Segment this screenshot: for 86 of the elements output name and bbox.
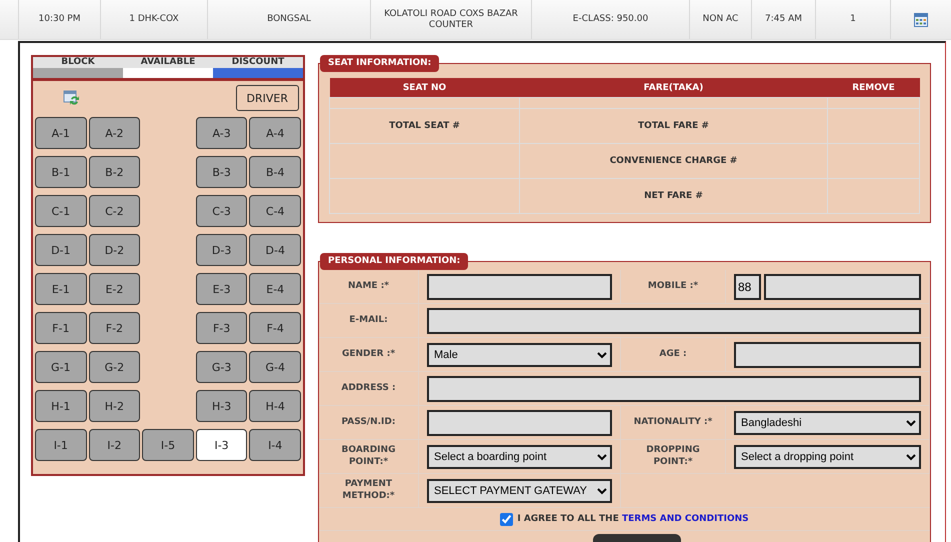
terms-link[interactable]: TERMS AND CONDITIONS	[622, 514, 749, 524]
seat-button[interactable]: E-3	[196, 273, 248, 305]
seat-button[interactable]: F-2	[88, 312, 140, 344]
seat-button[interactable]: E-2	[88, 273, 140, 305]
seat-button[interactable]: A-1	[35, 117, 87, 149]
field-label: DROPPING POINT:*	[645, 445, 701, 468]
seat-button[interactable]: C-1	[35, 195, 87, 227]
seat-button[interactable]: F-4	[249, 312, 302, 344]
text-field[interactable]	[734, 342, 921, 368]
seat-button[interactable]: E-1	[35, 273, 87, 305]
field-label: MOBILE :*	[648, 280, 698, 292]
seat-button[interactable]: I-5	[142, 429, 194, 461]
seat-button[interactable]: A-4	[249, 117, 302, 149]
seat-button[interactable]: B-1	[35, 156, 87, 188]
seat-button[interactable]: E-4	[249, 273, 302, 305]
seat-button[interactable]: I-2	[88, 429, 140, 461]
refresh-icon[interactable]	[63, 90, 80, 106]
seat-button[interactable]: C-2	[88, 195, 140, 227]
legend-label: AVAILABLE	[140, 57, 196, 68]
trip-cell: 7:45 AM	[765, 14, 802, 25]
field-label: E-MAIL:	[349, 314, 388, 326]
trip-cell: 1 DHK-COX	[129, 14, 179, 25]
seat-button[interactable]: B-3	[196, 156, 248, 188]
dropdown[interactable]: Bangladeshi	[734, 410, 921, 434]
trip-cell: 1	[850, 14, 856, 25]
seat-button[interactable]: A-2	[88, 117, 140, 149]
column-header: FARE(TAKA)	[644, 82, 704, 92]
driver-button[interactable]: DRIVER	[236, 85, 299, 111]
seat-button[interactable]: B-4	[249, 156, 302, 188]
agree-text: I AGREE TO ALL THE TERMS AND CONDITIONS	[517, 514, 749, 524]
trip-cell: BONGSAL	[267, 14, 311, 25]
seat-button[interactable]: G-1	[35, 351, 87, 383]
seat-button[interactable]: D-1	[35, 234, 87, 266]
seat-button[interactable]: I-4	[249, 429, 301, 461]
seat-button[interactable]: A-3	[196, 117, 248, 149]
seat-button[interactable]: D-3	[196, 234, 248, 266]
seat-button[interactable]: H-3	[196, 390, 248, 422]
dropdown[interactable]: Male	[427, 342, 612, 366]
trip-cell: 10:30 PM	[38, 14, 80, 25]
seat-button[interactable]: H-1	[35, 390, 87, 422]
seat-button[interactable]: I-3	[196, 429, 248, 461]
seat-button[interactable]: D-4	[249, 234, 302, 266]
section-title: SEAT INFORMATION:	[320, 55, 440, 72]
field-label: PAYMENT METHOD:*	[341, 479, 396, 502]
trip-cell: E-CLASS: 950.00	[572, 14, 648, 25]
section-title: PERSONAL INFORMATION:	[320, 253, 468, 270]
mobile-field[interactable]	[764, 274, 921, 300]
dropdown[interactable]: SELECT PAYMENT GATEWAY	[427, 478, 612, 502]
summary-label: TOTAL SEAT #	[389, 121, 460, 131]
agree-checkbox[interactable]	[500, 512, 514, 526]
seat-button[interactable]: I-1	[35, 429, 87, 461]
field-label: PASS/N.ID:	[342, 416, 396, 428]
text-field[interactable]	[427, 376, 921, 402]
field-label: NAME :*	[348, 280, 390, 292]
dropdown[interactable]: Select a boarding point	[427, 444, 612, 468]
summary-label: CONVENIENCE CHARGE #	[610, 156, 738, 166]
calendar-icon[interactable]	[914, 12, 928, 26]
field-label: GENDER :*	[342, 348, 396, 360]
seat-button[interactable]: F-1	[35, 312, 87, 344]
legend-label: DISCOUNT	[232, 57, 284, 68]
seat-button[interactable]: H-2	[88, 390, 140, 422]
dropdown[interactable]: Select a dropping point	[734, 444, 921, 468]
seat-button[interactable]: D-2	[88, 234, 140, 266]
trip-cell: NON AC	[702, 14, 738, 25]
legend-label: BLOCK	[61, 57, 95, 68]
field-label: AGE :	[659, 348, 687, 360]
field-label: NATIONALITY :*	[634, 416, 712, 428]
summary-label: NET FARE #	[644, 191, 703, 201]
seat-button[interactable]: G-4	[249, 351, 302, 383]
seat-button[interactable]: H-4	[249, 390, 302, 422]
field-label: ADDRESS :	[341, 382, 396, 394]
column-header: SEAT NO	[402, 82, 446, 92]
text-field[interactable]	[427, 274, 612, 300]
text-field[interactable]	[427, 308, 921, 334]
seat-button[interactable]: C-4	[249, 195, 302, 227]
text-field[interactable]	[427, 410, 612, 436]
seat-button[interactable]: F-3	[196, 312, 248, 344]
field-label: BOARDING POINT:*	[340, 445, 396, 468]
summary-label: TOTAL FARE #	[638, 121, 709, 131]
country-code-field[interactable]: 88	[734, 274, 761, 300]
seat-button[interactable]: C-3	[196, 195, 248, 227]
seat-button[interactable]: G-2	[88, 351, 140, 383]
column-header: REMOVE	[852, 82, 895, 92]
seat-button[interactable]: B-2	[88, 156, 140, 188]
trip-cell-text: KOLATOLI ROAD COXS BAZAR COUNTER	[383, 8, 519, 30]
seat-button[interactable]: G-3	[196, 351, 248, 383]
